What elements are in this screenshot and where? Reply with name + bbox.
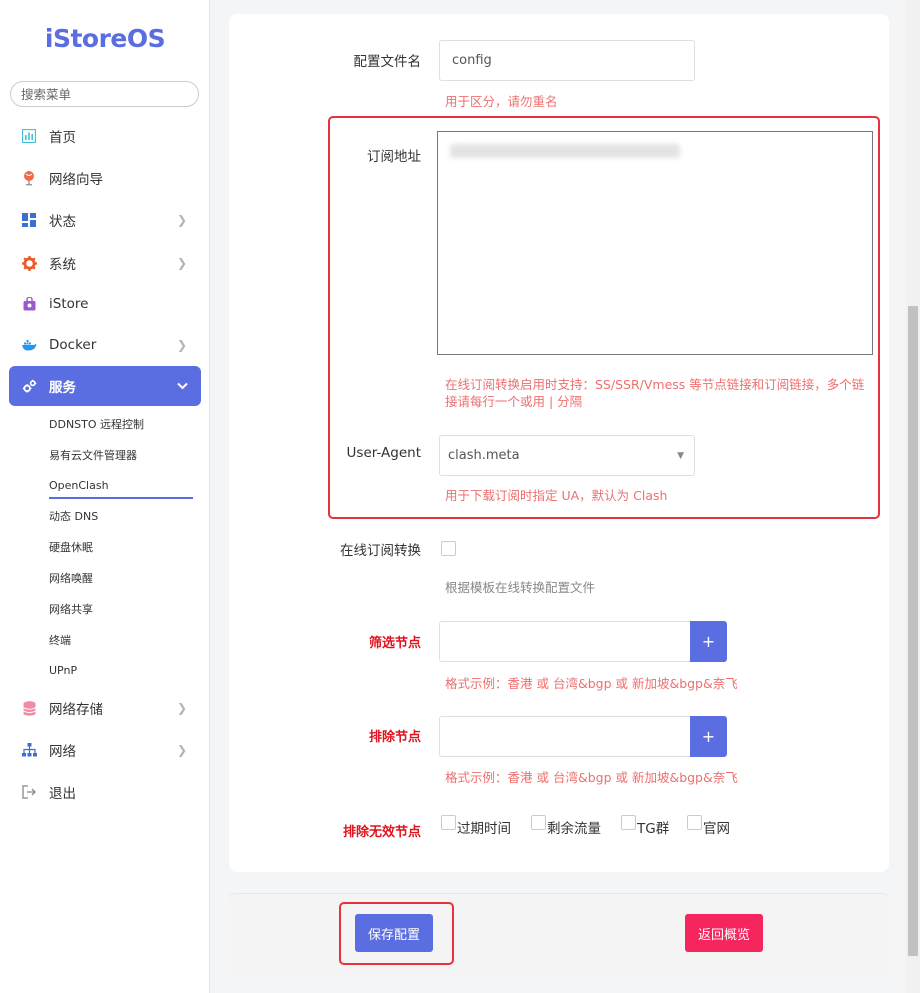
istoreos-logo[interactable]: iStoreOS [0,24,210,53]
gear-icon [21,255,37,271]
page-scrollbar-thumb[interactable] [908,306,918,956]
sidebar-item-label: 网络 [49,744,76,760]
user-agent-hint: 用于下载订阅时指定 UA，默认为 Clash [445,488,668,503]
exclude-tg-label: TG群 [637,821,670,837]
blurred-url-text [450,144,680,158]
add-exclude-node-button[interactable]: + [690,716,727,757]
globe-icon [21,170,37,186]
network-tree-icon [21,742,37,758]
sidebar-item-label: 状态 [49,214,76,230]
subscribe-url-textarea[interactable] [437,131,873,355]
filter-nodes-hint: 格式示例：香港 或 台湾&bgp 或 新加坡&bgp&奈飞 [445,676,738,691]
config-name-hint: 用于区分，请勿重名 [445,94,558,109]
sidebar-item-label: 系统 [49,257,76,273]
chevron-right-icon: ❯ [176,701,188,715]
sidebar-item-status[interactable]: 状态 ❯ [9,200,201,240]
sidebar-item-label: 网络向导 [49,172,103,188]
sidebar-item-logout[interactable]: 退出 [9,772,201,812]
form-actions-bar [229,893,889,979]
grid-icon [21,212,37,228]
online-convert-checkbox[interactable] [441,541,456,556]
active-subitem-underline [49,497,193,499]
exclude-expiry-label: 过期时间 [457,821,511,837]
sidebar-item-docker[interactable]: Docker ❯ [9,325,201,365]
chevron-right-icon: ❯ [176,743,188,757]
chevron-right-icon: ❯ [176,256,188,270]
exclude-expiry-checkbox[interactable] [441,815,456,830]
exclude-nodes-hint: 格式示例：香港 或 台湾&bgp 或 新加坡&bgp&奈飞 [445,770,738,785]
gears-icon [21,378,37,394]
sidebar-item-label: 首页 [49,130,76,146]
sidebar-item-label: Docker [49,337,97,353]
sidebar: iStoreOS 首页 网络向导 状态 ❯ 系统 ❯ iStore [0,0,210,993]
config-name-label: 配置文件名 [353,54,422,70]
logout-icon [21,784,37,800]
sidebar-item-network-wizard[interactable]: 网络向导 [9,158,201,198]
dashboard-icon [21,128,37,144]
sidebar-item-nas[interactable]: 网络存储 ❯ [9,688,201,728]
sidebar-subitem-ddnsto[interactable]: DDNSTO 远程控制 [49,416,144,434]
sidebar-item-system[interactable]: 系统 ❯ [9,243,201,283]
sidebar-item-label: 服务 [49,380,76,396]
exclude-website-label: 官网 [703,821,730,837]
back-overview-button[interactable]: 返回概览 [685,914,763,952]
exclude-nodes-input[interactable] [439,716,691,757]
online-convert-label: 在线订阅转换 [340,543,421,559]
sidebar-subitem-openclash[interactable]: OpenClash [49,477,109,495]
user-agent-label: User-Agent [346,445,421,461]
exclude-nodes-label: 排除节点 [368,730,421,745]
sidebar-subitem-upnp[interactable]: UPnP [49,662,77,680]
exclude-website-checkbox[interactable] [687,815,702,830]
sidebar-subitem-ddns[interactable]: 动态 DNS [49,508,98,526]
filter-nodes-input[interactable] [439,621,691,662]
search-menu-input[interactable] [10,81,199,107]
sidebar-item-label: iStore [49,296,89,312]
exclude-traffic-checkbox[interactable] [531,815,546,830]
user-agent-selected-value: clash.meta [448,448,520,463]
sidebar-subitem-wol[interactable]: 网络唤醒 [49,570,93,588]
sidebar-item-services[interactable]: 服务 [9,366,201,406]
user-agent-select[interactable]: clash.meta ▼ [439,435,695,476]
filter-nodes-label: 筛选节点 [368,636,421,651]
chevron-right-icon: ❯ [176,338,188,352]
database-icon [21,700,37,716]
exclude-invalid-label: 排除无效节点 [342,825,421,840]
sidebar-subitem-terminal[interactable]: 终端 [49,632,71,650]
config-name-input[interactable] [439,40,695,81]
sidebar-item-label: 退出 [49,786,76,802]
exclude-tg-checkbox[interactable] [621,815,636,830]
chevron-down-icon [175,379,189,393]
add-filter-node-button[interactable]: + [690,621,727,662]
subscribe-url-hint: 在线订阅转换启用时支持：SS/SSR/Vmess 等节点链接和订阅链接，多个链接… [445,377,865,409]
sidebar-subitem-samba[interactable]: 网络共享 [49,601,93,619]
sidebar-subitem-linkease[interactable]: 易有云文件管理器 [49,447,137,465]
save-config-button[interactable]: 保存配置 [355,914,433,952]
sidebar-item-label: 网络存储 [49,702,103,718]
docker-whale-icon [21,337,37,353]
store-bag-icon [21,296,37,312]
chevron-right-icon: ❯ [176,213,188,227]
subscribe-url-label: 订阅地址 [367,149,421,165]
sidebar-item-home[interactable]: 首页 [9,116,201,156]
online-convert-hint: 根据模板在线转换配置文件 [445,580,596,595]
sidebar-item-istore[interactable]: iStore [9,284,201,324]
exclude-traffic-label: 剩余流量 [547,821,601,837]
sidebar-item-network[interactable]: 网络 ❯ [9,730,201,770]
sidebar-subitem-hd-idle[interactable]: 硬盘休眠 [49,539,93,557]
dropdown-arrow-icon: ▼ [677,451,684,461]
